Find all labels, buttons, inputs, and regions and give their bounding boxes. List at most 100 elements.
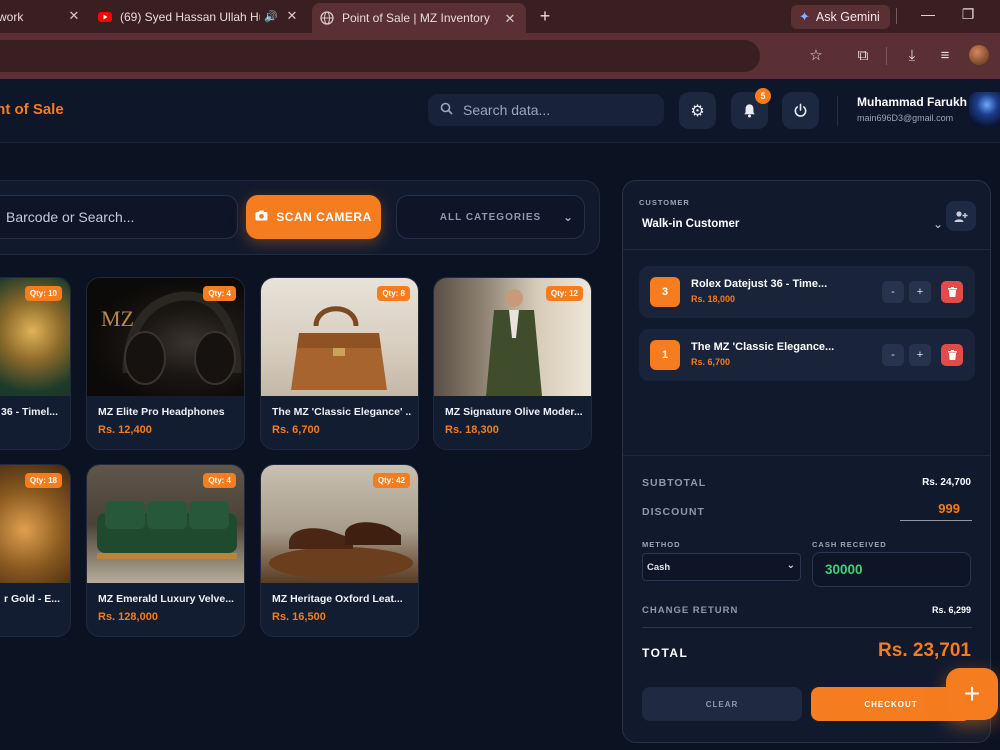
product-card[interactable]: MZ Qty: 4 MZ Elite Pro Headphones Rs. 12… xyxy=(86,277,245,450)
user-name: Muhammad Farukh xyxy=(857,95,968,109)
stock-badge: Qty: 12 xyxy=(545,286,583,301)
app-header: int of Sale ⚙ 5 Muhammad Farukh main696D… xyxy=(0,79,1000,143)
stock-badge: Qty: 4 xyxy=(203,286,236,301)
remove-item-button[interactable] xyxy=(941,281,963,303)
cart-item: 3 Rolex Datejust 36 - Time... Rs. 18,000… xyxy=(639,266,975,318)
browser-tab-work[interactable]: work ✕ xyxy=(0,0,90,33)
camera-icon xyxy=(255,210,268,224)
payment-method-value: Cash xyxy=(647,561,671,573)
restore-icon[interactable]: ❐ xyxy=(958,6,978,23)
product-name: MZ Elite Pro Headphones xyxy=(98,406,225,418)
customer-label: CUSTOMER xyxy=(639,198,690,207)
increase-qty-button[interactable]: + xyxy=(909,281,931,303)
customer-select[interactable]: Walk-in Customer xyxy=(642,218,739,230)
stock-badge: Qty: 18 xyxy=(24,473,62,488)
cart-panel: CUSTOMER Walk-in Customer ⌄ 3 Rolex Date… xyxy=(622,180,991,743)
extensions-icon[interactable]: ⧉ xyxy=(853,46,873,66)
cash-received-input[interactable]: 30000 xyxy=(812,552,971,587)
decrease-qty-button[interactable]: - xyxy=(882,281,904,303)
avatar[interactable] xyxy=(969,92,1000,128)
clear-button[interactable]: CLEAR xyxy=(642,687,802,721)
scan-camera-label: SCAN CAMERA xyxy=(276,210,372,224)
cash-received-label: CASH RECEIVED xyxy=(812,540,887,549)
product-name: MZ Heritage Oxford Leat... xyxy=(272,593,403,605)
remove-item-button[interactable] xyxy=(941,344,963,366)
add-button[interactable]: + xyxy=(946,668,998,720)
speaker-icon: 🔊 xyxy=(264,11,278,23)
product-card[interactable]: Qty: 4 MZ Emerald Luxury Velve... Rs. 12… xyxy=(86,464,245,637)
pos-app: int of Sale ⚙ 5 Muhammad Farukh main696D… xyxy=(0,79,1000,750)
divider xyxy=(623,455,990,456)
search-input[interactable] xyxy=(463,102,653,118)
discount-input[interactable]: 999 xyxy=(900,501,972,521)
cart-item-name: The MZ 'Classic Elegance... xyxy=(691,341,835,353)
product-price: Rs. 18,300 xyxy=(445,424,499,436)
youtube-icon xyxy=(98,11,112,22)
category-label: ALL CATEGORIES xyxy=(439,211,542,223)
profile-avatar[interactable] xyxy=(969,45,989,65)
product-price: Rs. 128,000 xyxy=(98,611,158,623)
chevron-down-icon: ⌄ xyxy=(786,560,795,571)
product-name: The MZ 'Classic Elegance' ... xyxy=(272,406,412,418)
scan-camera-button[interactable]: SCAN CAMERA xyxy=(246,195,381,239)
increase-qty-button[interactable]: + xyxy=(909,344,931,366)
gear-icon: ⚙ xyxy=(690,102,705,120)
product-card[interactable]: Qty: 18 r Gold - E... xyxy=(0,464,71,637)
stock-badge: Qty: 10 xyxy=(24,286,62,301)
product-name: MZ Signature Olive Moder... xyxy=(445,406,583,418)
discount-label: DISCOUNT xyxy=(642,506,705,518)
close-tab-icon[interactable]: ✕ xyxy=(66,8,82,24)
cart-item-name: Rolex Datejust 36 - Time... xyxy=(691,278,828,290)
add-user-icon xyxy=(954,210,968,222)
trash-icon xyxy=(947,287,957,297)
product-card[interactable]: Qty: 12 MZ Signature Olive Moder... Rs. … xyxy=(433,277,592,450)
divider xyxy=(623,249,990,250)
cart-item: 1 The MZ 'Classic Elegance... Rs. 6,700 … xyxy=(639,329,975,381)
bookmark-star-icon[interactable]: ☆ xyxy=(806,46,826,66)
category-select[interactable]: ALL CATEGORIES ⌄ xyxy=(396,195,585,239)
gemini-icon: ✦ xyxy=(799,9,810,24)
browser-tab-youtube[interactable]: (69) Syed Hassan Ullah Huss 🔊 ✕ xyxy=(90,0,308,33)
decrease-qty-button[interactable]: - xyxy=(882,344,904,366)
ask-gemini-button[interactable]: ✦ Ask Gemini xyxy=(791,5,890,29)
notification-badge: 5 xyxy=(755,88,771,104)
bell-icon xyxy=(744,104,755,118)
stock-badge: Qty: 4 xyxy=(203,473,236,488)
browser-tab-pos[interactable]: Point of Sale | MZ Inventory ✕ xyxy=(312,3,526,33)
change-return-value: Rs. 6,299 xyxy=(931,605,971,615)
close-tab-icon[interactable]: ✕ xyxy=(284,8,300,24)
download-icon[interactable]: ⤓ xyxy=(902,46,922,66)
media-controls-icon[interactable]: ≡ xyxy=(935,46,955,66)
product-card[interactable]: Qty: 42 MZ Heritage Oxford Leat... Rs. 1… xyxy=(260,464,419,637)
product-name: 36 - Timel... xyxy=(1,406,58,418)
global-search[interactable] xyxy=(428,94,664,126)
cart-item-price: Rs. 18,000 xyxy=(691,294,736,304)
chevron-down-icon[interactable]: ⌄ xyxy=(933,217,943,231)
product-price: Rs. 6,700 xyxy=(272,424,320,436)
minimize-icon[interactable]: — xyxy=(918,6,938,22)
total-value: Rs. 23,701 xyxy=(878,640,971,661)
divider xyxy=(642,627,972,628)
new-tab-button[interactable]: + xyxy=(535,6,555,27)
logout-button[interactable] xyxy=(782,92,819,129)
subtotal-label: SUBTOTAL xyxy=(642,477,707,489)
address-bar[interactable] xyxy=(0,40,760,72)
search-icon xyxy=(440,102,453,118)
barcode-search-input[interactable] xyxy=(6,209,226,225)
settings-button[interactable]: ⚙ xyxy=(679,92,716,129)
chevron-down-icon: ⌄ xyxy=(562,210,574,224)
power-icon xyxy=(794,103,807,117)
method-label: METHOD xyxy=(642,540,681,549)
browser-tab-bar: work ✕ (69) Syed Hassan Ullah Huss 🔊 ✕ P… xyxy=(0,0,1000,33)
payment-method-select[interactable]: Cash ⌄ xyxy=(642,553,801,581)
page-title: int of Sale xyxy=(0,101,64,118)
close-tab-icon[interactable]: ✕ xyxy=(502,11,518,27)
product-name: r Gold - E... xyxy=(4,593,61,605)
add-customer-button[interactable] xyxy=(946,201,976,231)
product-card[interactable]: Qty: 10 36 - Timel... xyxy=(0,277,71,450)
barcode-search-field[interactable] xyxy=(0,195,238,239)
product-price: Rs. 12,400 xyxy=(98,424,152,436)
product-card[interactable]: Qty: 8 The MZ 'Classic Elegance' ... Rs.… xyxy=(260,277,419,450)
divider xyxy=(886,47,887,65)
cart-item-price: Rs. 6,700 xyxy=(691,357,731,367)
